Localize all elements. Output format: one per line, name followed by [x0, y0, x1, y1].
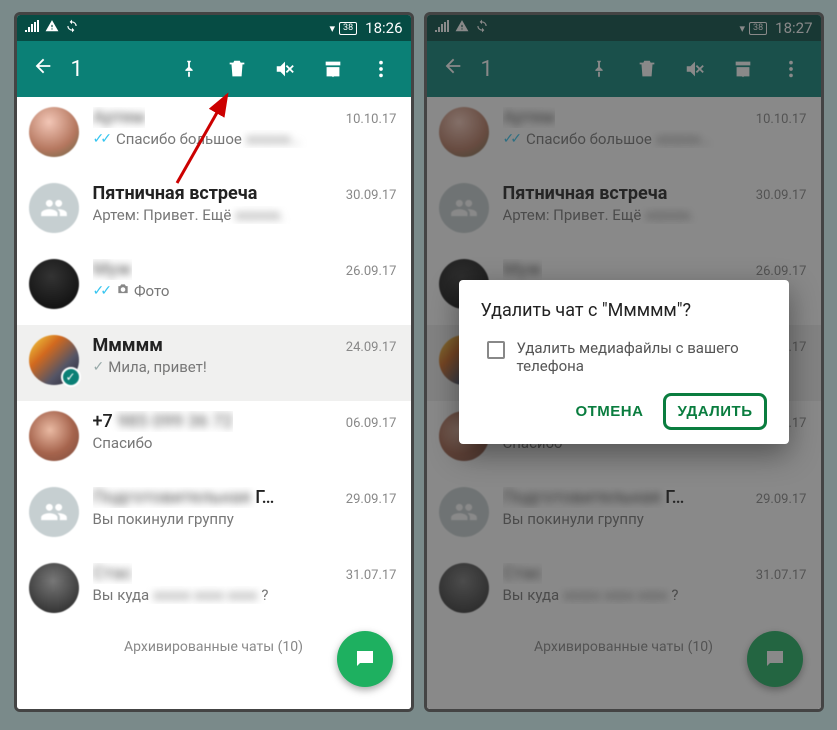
chat-preview: Вы куда xxxxx xxxx xxxx? — [93, 586, 397, 604]
checkbox-label: Удалить медиафайлы с вашего телефона — [517, 339, 767, 375]
selection-count: 1 — [65, 57, 105, 82]
status-bar: ▾ 38 18:26 — [17, 15, 411, 41]
new-chat-fab[interactable] — [337, 631, 393, 687]
battery-icon: 38 — [339, 22, 357, 35]
chat-date: 06.09.17 — [338, 416, 397, 431]
chat-name: Ммммм — [93, 335, 163, 356]
phone-screenshot-left: ▾ 38 18:26 1 — [14, 12, 414, 712]
cancel-button[interactable]: ОТМЕНА — [561, 393, 657, 430]
read-receipt-icon: ✓✓ — [93, 283, 108, 299]
chat-date: 26.09.17 — [338, 264, 397, 279]
chat-row[interactable]: +7 985 099 36 72 06.09.17 Спасибо — [17, 401, 411, 477]
chat-date: 31.07.17 — [338, 568, 397, 583]
delete-icon[interactable] — [215, 58, 259, 80]
chat-name: +7 985 099 36 72 — [93, 411, 233, 432]
avatar[interactable] — [29, 183, 79, 233]
chat-list[interactable]: Артем 10.10.17 ✓✓ Спасибо большое xxxxxx… — [17, 97, 411, 709]
chat-date: 24.09.17 — [338, 340, 397, 355]
chat-row[interactable]: Артем 10.10.17 ✓✓ Спасибо большое xxxxxx… — [17, 97, 411, 173]
chat-preview: Артем: Привет. Ещё xxxxxx. — [93, 206, 397, 224]
chat-preview: Вы покинули группу — [93, 510, 397, 528]
chat-preview: ✓✓ Спасибо большое xxxxxx… — [93, 130, 397, 148]
warning-icon — [45, 19, 59, 37]
signal-icon — [25, 20, 39, 36]
modal-overlay[interactable]: Удалить чат с "Ммммм"? Удалить медиафайл… — [427, 15, 821, 709]
selected-badge-icon: ✓ — [61, 367, 81, 387]
selection-toolbar: 1 — [17, 41, 411, 97]
chat-row[interactable]: Муж 26.09.17 ✓✓ Фото — [17, 249, 411, 325]
sync-icon — [65, 19, 79, 37]
delete-chat-dialog: Удалить чат с "Ммммм"? Удалить медиафайл… — [459, 280, 789, 444]
pin-icon[interactable] — [167, 58, 211, 80]
chat-name: Подготовительная Г… — [93, 487, 275, 508]
confirm-delete-button[interactable]: УДАЛИТЬ — [663, 393, 766, 430]
chat-name: Муж — [93, 259, 132, 280]
delete-media-checkbox[interactable]: Удалить медиафайлы с вашего телефона — [481, 339, 767, 375]
phone-screenshot-right: ▾ 38 18:27 1 Артем10.10.17 ✓✓Спасибо бол… — [424, 12, 824, 712]
archive-icon[interactable] — [311, 58, 355, 80]
avatar[interactable] — [29, 563, 79, 613]
dialog-title: Удалить чат с "Ммммм"? — [481, 300, 767, 321]
chat-date: 30.09.17 — [338, 188, 397, 203]
chat-name: Стас — [93, 563, 133, 584]
camera-icon — [116, 282, 130, 300]
sim-icon: ▾ — [329, 22, 335, 35]
avatar[interactable] — [29, 259, 79, 309]
avatar[interactable]: ✓ — [29, 335, 79, 385]
chat-date: 29.09.17 — [338, 492, 397, 507]
chat-row[interactable]: Пятничная встреча 30.09.17 Артем: Привет… — [17, 173, 411, 249]
sent-receipt-icon: ✓ — [93, 359, 105, 375]
chat-row-selected[interactable]: ✓ Ммммм 24.09.17 ✓ Мила, привет! — [17, 325, 411, 401]
avatar[interactable] — [29, 411, 79, 461]
chat-date: 10.10.17 — [338, 112, 397, 127]
avatar[interactable] — [29, 107, 79, 157]
chat-row[interactable]: Стас 31.07.17 Вы куда xxxxx xxxx xxxx? — [17, 553, 411, 629]
read-receipt-icon: ✓✓ — [93, 131, 108, 147]
back-button[interactable] — [25, 55, 61, 83]
chat-preview: ✓ Мила, привет! — [93, 358, 397, 376]
mute-icon[interactable] — [263, 58, 307, 80]
chat-name: Пятничная встреча — [93, 183, 258, 204]
clock-text: 18:26 — [365, 19, 402, 37]
chat-row[interactable]: Подготовительная Г… 29.09.17 Вы покинули… — [17, 477, 411, 553]
chat-name: Артем — [93, 107, 146, 128]
chat-preview: Спасибо — [93, 434, 397, 452]
avatar[interactable] — [29, 487, 79, 537]
checkbox-icon[interactable] — [487, 341, 505, 359]
overflow-icon[interactable] — [359, 58, 403, 80]
chat-preview: ✓✓ Фото — [93, 282, 397, 300]
